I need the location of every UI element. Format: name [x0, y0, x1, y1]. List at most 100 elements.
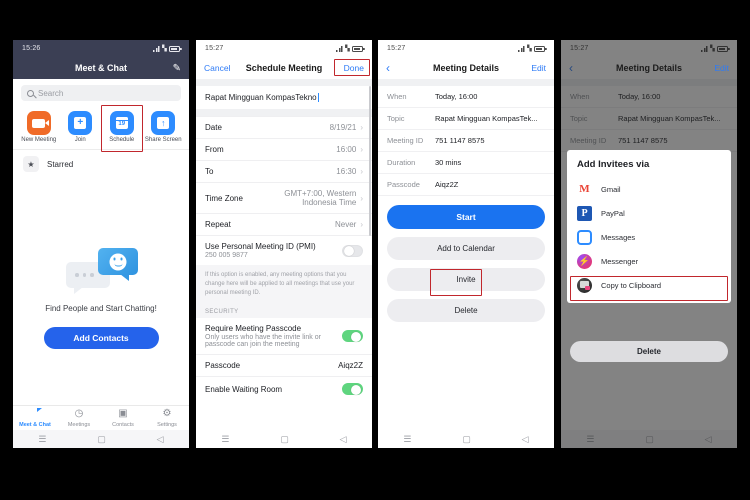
status-bar: 15:27 ▚	[196, 40, 372, 57]
tab-label: Settings	[157, 422, 177, 428]
row-value: 16:00	[336, 145, 357, 154]
chevron-right-icon: ›	[360, 220, 363, 229]
share-screen-icon: ↑	[151, 111, 176, 135]
menu-icon[interactable]: ☰	[221, 434, 229, 444]
detail-label: Duration	[387, 158, 416, 167]
add-to-calendar-button[interactable]: Add to Calendar	[387, 237, 545, 260]
share-item-copy-to-clipboard[interactable]: Copy to Clipboard	[567, 273, 731, 297]
spacer	[196, 79, 372, 86]
home-icon[interactable]: ▢	[280, 434, 289, 444]
done-button[interactable]: Done	[344, 63, 364, 73]
sheet-title: Add Invitees via	[577, 159, 650, 170]
menu-icon[interactable]: ☰	[38, 434, 46, 444]
start-button[interactable]: Start	[387, 205, 545, 229]
row-to[interactable]: To 16:30 ›	[196, 160, 372, 182]
phone-screen-meeting-details: 15:27 ▚ ‹ Meeting Details Edit When Toda…	[378, 40, 554, 448]
row-passcode[interactable]: Passcode Aiqz2Z	[196, 354, 372, 376]
bottom-tab-bar: Meet & Chat ◷ Meetings ▣ Contacts ⚙ Sett…	[13, 405, 189, 430]
home-icon[interactable]: ▢	[97, 434, 106, 444]
tab-contacts[interactable]: ▣ Contacts	[101, 409, 145, 429]
tab-label: Meetings	[67, 422, 91, 428]
action-new-meeting[interactable]: New Meeting	[19, 108, 59, 143]
smiley-face-icon	[109, 253, 127, 270]
tab-settings[interactable]: ⚙ Settings	[145, 408, 189, 429]
system-nav-bar: ☰ ▢ ◁	[196, 430, 372, 448]
row-time-zone[interactable]: Time Zone GMT+7:00, Western Indonesia Ti…	[196, 182, 372, 213]
detail-row-passcode: Passcode Aiqz2Z	[378, 174, 554, 196]
chevron-right-icon: ›	[360, 167, 363, 176]
action-label: Join	[74, 137, 86, 143]
add-invitees-sheet: Add Invitees via M Gmail P PayPal Messag…	[567, 150, 731, 303]
chevron-left-icon[interactable]: ‹	[386, 62, 390, 74]
row-date[interactable]: Date 8/19/21 ›	[196, 116, 372, 138]
detail-value: Aiqz2Z	[435, 180, 459, 189]
waiting-room-label: Enable Waiting Room	[205, 384, 283, 394]
gear-icon: ⚙	[162, 408, 172, 419]
row-label: Time Zone	[205, 193, 243, 203]
starred-row[interactable]: ★ Starred	[13, 149, 189, 178]
wifi-icon: ▚	[527, 45, 532, 52]
pmi-number: 250 005 9877	[205, 252, 248, 259]
back-icon[interactable]: ◁	[157, 434, 164, 444]
row-from[interactable]: From 16:00 ›	[196, 138, 372, 160]
search-input[interactable]: Search	[21, 85, 181, 101]
detail-row-when: When Today, 16:00	[378, 86, 554, 108]
share-item-messenger[interactable]: ⚡ Messenger	[567, 249, 731, 273]
paypal-icon: P	[577, 205, 592, 221]
row-require-passcode[interactable]: Require Meeting Passcode Only users who …	[196, 318, 372, 354]
nav-bar: Meet & Chat ✎	[13, 57, 189, 79]
scrollbar[interactable]	[369, 86, 371, 236]
share-item-messages[interactable]: Messages	[567, 225, 731, 249]
back-icon[interactable]: ◁	[522, 434, 529, 444]
delete-button[interactable]: Delete	[570, 341, 728, 362]
back-icon[interactable]: ◁	[340, 434, 347, 444]
home-icon[interactable]: ▢	[462, 434, 471, 444]
require-passcode-toggle[interactable]	[342, 330, 363, 342]
add-contacts-button[interactable]: Add Contacts	[43, 327, 159, 349]
require-passcode-label: Require Meeting Passcode	[205, 324, 302, 333]
status-time: 15:27	[205, 45, 224, 52]
tab-meet-and-chat[interactable]: Meet & Chat	[13, 409, 57, 428]
row-value: 16:30	[336, 167, 357, 176]
invite-button[interactable]: Invite	[387, 268, 545, 291]
row-label: From	[205, 145, 224, 154]
share-item-gmail[interactable]: M Gmail	[567, 177, 731, 201]
signal-icon	[336, 45, 344, 52]
action-share-screen[interactable]: ↑ Share Screen	[144, 108, 184, 143]
action-join[interactable]: + Join	[61, 108, 101, 143]
detail-label: When	[387, 92, 407, 101]
pmi-note: If this option is enabled, any meeting o…	[196, 265, 372, 304]
messages-icon	[577, 229, 592, 245]
security-section-header: SECURITY	[196, 304, 372, 318]
schedule-rows: Date 8/19/21 › From 16:00 › To 16:30 › Time…	[196, 116, 372, 265]
row-use-pmi[interactable]: Use Personal Meeting ID (PMI) 250 005 98…	[196, 235, 372, 265]
share-item-paypal[interactable]: P PayPal	[567, 201, 731, 225]
tab-label: Meet & Chat	[19, 422, 51, 428]
edit-button[interactable]: Edit	[714, 63, 729, 73]
delete-button[interactable]: Delete	[387, 299, 545, 322]
pmi-toggle[interactable]	[342, 244, 363, 257]
tab-meetings[interactable]: ◷ Meetings	[57, 408, 101, 429]
screenshot-stage: 15:26 ▚ Meet & Chat ✎ Search New Meeting	[0, 0, 750, 500]
clock-icon: ◷	[74, 408, 84, 419]
detail-row-meeting-id: Meeting ID 751 1147 8575	[378, 130, 554, 152]
edit-button[interactable]: Edit	[531, 63, 546, 73]
calendar-icon: 19	[109, 111, 134, 135]
battery-icon	[534, 45, 547, 52]
gmail-icon: M	[577, 181, 592, 197]
battery-icon	[169, 45, 182, 52]
signal-icon	[518, 45, 526, 52]
meeting-details-list: When Today, 16:00 Topic Rapat Mingguan K…	[378, 86, 554, 196]
row-waiting-room[interactable]: Enable Waiting Room	[196, 376, 372, 401]
waiting-room-toggle[interactable]	[342, 383, 363, 395]
topic-input[interactable]: Rapat Mingguan KompasTekno	[196, 86, 372, 109]
action-schedule[interactable]: 19 Schedule	[102, 108, 142, 143]
chevron-right-icon: ›	[360, 193, 363, 203]
share-item-label: Copy to Clipboard	[601, 280, 662, 290]
row-repeat[interactable]: Repeat Never ›	[196, 213, 372, 235]
cancel-button[interactable]: Cancel	[204, 63, 230, 73]
compose-icon[interactable]: ✎	[173, 63, 181, 74]
detail-label: Passcode	[387, 180, 420, 189]
menu-icon[interactable]: ☰	[403, 434, 411, 444]
video-camera-icon	[26, 111, 51, 135]
